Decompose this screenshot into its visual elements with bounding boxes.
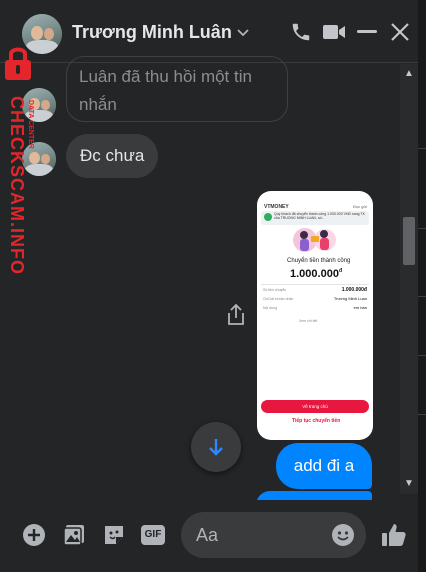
receipt-divider (261, 284, 369, 285)
close-icon[interactable] (388, 20, 412, 44)
sticker-icon[interactable] (101, 522, 127, 548)
watermark: CHECKSCAM.INFO DATA CENTER (0, 42, 46, 275)
amount-currency: đ (338, 268, 342, 274)
outgoing-message-text: add đi a (293, 456, 355, 475)
check-icon (264, 213, 272, 221)
receipt-continue-link: Tiếp tục chuyển tiền (292, 418, 341, 424)
phone-icon[interactable] (289, 20, 313, 44)
receipt-more: Xem chi tiết (299, 319, 318, 323)
receipt-notice: Quý khách đã chuyển thành công 1.000.000… (274, 212, 365, 220)
message-input-placeholder: Aa (196, 525, 219, 545)
gif-icon[interactable]: GIF (140, 522, 166, 548)
arrow-down-icon (209, 439, 223, 456)
recalled-message: Luân đã thu hồi một tin nhắn (66, 56, 288, 122)
watermark-subtext: DATA CENTER (27, 100, 34, 149)
scrollbar-thumb[interactable] (403, 217, 415, 265)
receipt-amount: 1.000.000đ (290, 268, 342, 280)
video-icon[interactable] (322, 20, 346, 44)
receipt-row-value: em bán (353, 305, 367, 310)
chat-header: Trương Minh Luân (0, 0, 418, 63)
message-input[interactable]: Aa (181, 512, 366, 558)
receipt-heading: Chuyển tiền thành công (287, 258, 351, 264)
background-page-strip (418, 0, 426, 572)
image-icon[interactable] (61, 522, 87, 548)
success-illustration (287, 225, 343, 255)
like-icon[interactable] (381, 522, 407, 548)
receipt-row-label: Nội dung (263, 306, 278, 310)
receipt-row-label: Chủ tài khoản nhận (263, 297, 294, 301)
share-icon[interactable] (226, 303, 246, 326)
scroll-down-arrow[interactable]: ▼ (404, 478, 414, 489)
watermark-text: CHECKSCAM.INFO (7, 96, 27, 275)
receipt-image[interactable]: VTMONEY Đọc gửi Quý khách đã chuyển thàn… (257, 191, 373, 440)
chat-window: Trương Minh Luân Luân đã thu hồi một tin… (0, 0, 418, 572)
plus-icon[interactable] (21, 522, 47, 548)
scroll-up-arrow[interactable]: ▲ (404, 68, 414, 79)
lock-logo (3, 44, 33, 82)
receipt-link: Đọc gửi (353, 204, 368, 209)
contact-name[interactable]: Trương Minh Luân (72, 22, 232, 43)
amount-value: 1.000.000 (290, 268, 339, 280)
receipt-row-label: Số tiền chuyển (263, 288, 287, 292)
scroll-to-bottom-button[interactable] (191, 422, 241, 472)
minimize-icon[interactable] (355, 20, 379, 44)
receipt-brand: VTMONEY (264, 204, 289, 210)
scrollbar[interactable]: ▲ ▼ (400, 64, 418, 494)
home-button-label: Về trang chủ (302, 404, 328, 409)
outgoing-message[interactable]: add đi a (276, 443, 372, 489)
emoji-icon[interactable] (331, 523, 355, 547)
receipt-row-value: Trương Minh Luan (333, 296, 367, 301)
receipt-home-button: Về trang chủ (261, 400, 369, 413)
gif-label: GIF (141, 525, 165, 545)
incoming-message[interactable]: Đc chưa (66, 134, 159, 178)
chevron-down-icon[interactable] (236, 26, 250, 41)
receipt-row-value: 1.000.000đ (341, 287, 367, 293)
